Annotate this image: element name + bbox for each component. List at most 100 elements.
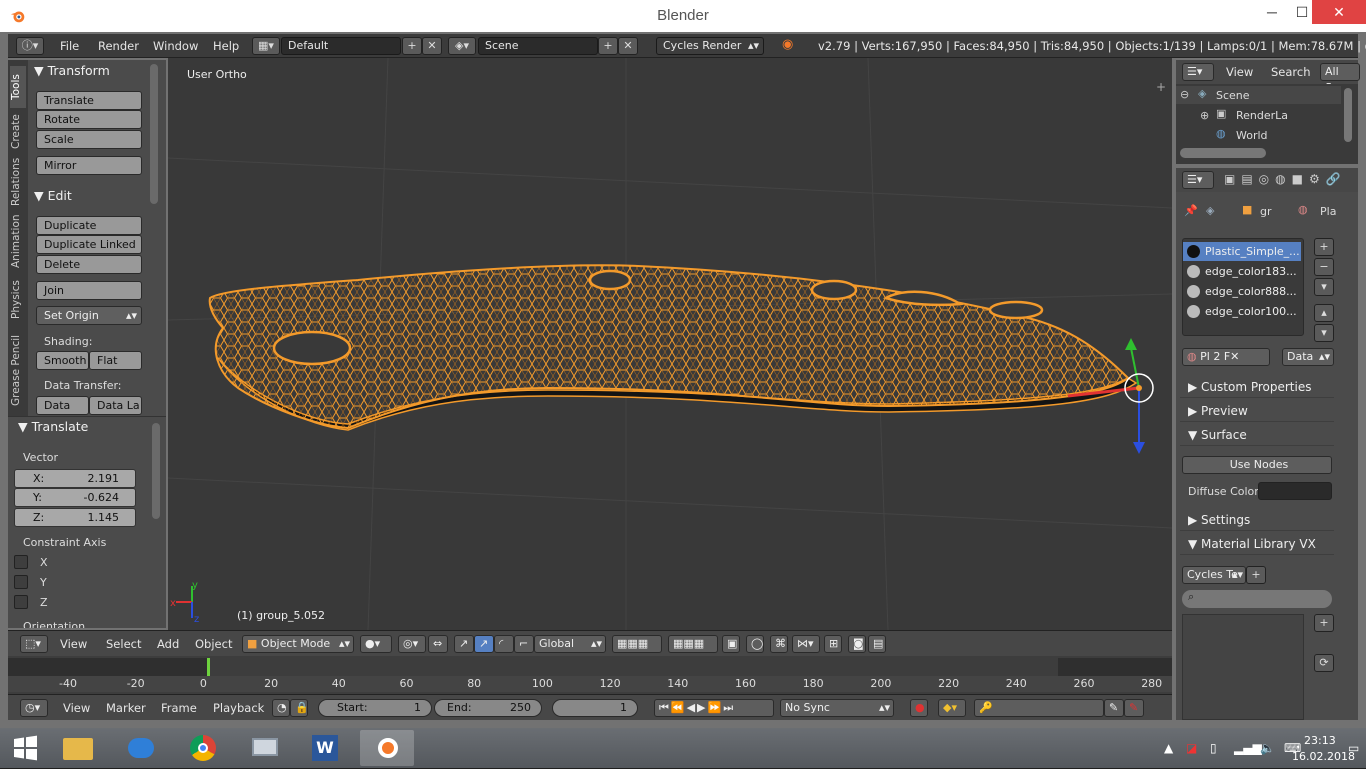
start-frame-field[interactable]: Start: 1 — [318, 699, 432, 717]
join-button[interactable]: Join — [36, 281, 142, 300]
viewport-menu-add[interactable]: Add — [157, 637, 179, 651]
pivot-icon[interactable]: ◎▾ — [398, 635, 426, 653]
tab-grease-pencil[interactable]: Grease Pencil — [10, 330, 26, 410]
library-search-field[interactable]: ⌕ — [1182, 590, 1332, 608]
tray-antivirus-icon[interactable]: ◪ — [1186, 741, 1197, 755]
panel-settings[interactable]: ▶ Settings — [1180, 509, 1334, 531]
outliner-menu-view[interactable]: View — [1226, 65, 1253, 79]
properties-editor-icon[interactable]: ☰▾ — [1182, 171, 1214, 189]
material-slot-3[interactable]: edge_color888... — [1183, 282, 1301, 301]
layers-grid-1-icon[interactable]: ▦▦▦ — [612, 635, 662, 653]
material-link-dropdown[interactable]: Data ▴▾ — [1282, 348, 1334, 366]
scene-icon[interactable]: ◈▾ — [448, 37, 476, 55]
shading-mode-icon[interactable]: ●▾ — [360, 635, 392, 653]
duplicate-button[interactable]: Duplicate — [36, 216, 142, 235]
proportional-edit-icon[interactable]: ◯ — [746, 635, 764, 653]
render-engine-dropdown[interactable]: Cycles Render ▴▾ — [656, 37, 764, 55]
remove-slot-icon[interactable]: − — [1314, 258, 1334, 276]
viewport-add-region-icon[interactable]: + — [1156, 80, 1166, 94]
tab-animation[interactable]: Animation — [10, 212, 26, 270]
preview-range-icon[interactable]: ◔ — [272, 699, 290, 717]
scene-field[interactable]: Scene — [478, 37, 598, 55]
expand-icon[interactable]: ⊕ — [1200, 109, 1209, 122]
outliner-item-world[interactable]: World — [1236, 129, 1268, 142]
outliner-menu-search[interactable]: Search — [1271, 65, 1311, 79]
manip-translate-icon[interactable]: ↗ — [454, 635, 474, 653]
monitor-app-icon[interactable] — [238, 730, 292, 766]
vector-x-field[interactable]: X: 2.191 — [14, 469, 136, 488]
outliner-editor-icon[interactable]: ☰▾ — [1182, 63, 1214, 81]
pin-icon[interactable]: 📌 — [1184, 204, 1198, 217]
diffuse-color-swatch[interactable] — [1258, 482, 1332, 500]
tab-relations[interactable]: Relations — [10, 156, 26, 208]
smooth-button[interactable]: Smooth — [36, 351, 89, 370]
object-mode-dropdown[interactable]: ■ Object Mode ▴▾ — [242, 635, 354, 653]
collapse-icon[interactable]: ⊖ — [1180, 88, 1189, 101]
material-slot-2[interactable]: edge_color183... — [1183, 262, 1301, 281]
manip-translate-active-icon[interactable]: ↗ — [474, 635, 494, 653]
record-icon[interactable]: ● — [910, 699, 928, 717]
snap-toggle-icon[interactable]: ⌘ — [770, 635, 788, 653]
start-button[interactable] — [0, 730, 50, 766]
constraint-y-checkbox[interactable] — [14, 575, 28, 589]
add-layout-icon[interactable]: + — [402, 37, 422, 55]
library-list[interactable] — [1182, 614, 1304, 720]
render-preview-icon[interactable]: ◙ — [848, 635, 866, 653]
breadcrumb-object[interactable]: gr — [1260, 205, 1272, 218]
blender-taskbar-icon[interactable] — [360, 730, 414, 766]
operator-scrollbar[interactable] — [152, 423, 160, 519]
transform-orientation-dropdown[interactable]: Global ▴▾ — [534, 635, 606, 653]
material-datablock-field[interactable]: ◍ Pl 2 F✕ — [1182, 348, 1270, 366]
viewport-menu-view[interactable]: View — [60, 637, 87, 651]
remove-scene-icon[interactable]: ✕ — [618, 37, 638, 55]
tray-volume-icon[interactable]: 🔈 — [1260, 741, 1275, 755]
duplicate-linked-button[interactable]: Duplicate Linked — [36, 235, 142, 254]
timeline-menu-frame[interactable]: Frame — [161, 701, 197, 715]
screen-layout-field[interactable]: Default — [281, 37, 401, 55]
chrome-icon[interactable] — [176, 730, 230, 766]
snap-element-icon[interactable]: ⋈▾ — [792, 635, 820, 653]
viewport-menu-object[interactable]: Object — [195, 637, 232, 651]
close-button[interactable]: ✕ — [1312, 0, 1366, 24]
timeline-menu-playback[interactable]: Playback — [213, 701, 264, 715]
outliner-item-scene[interactable]: Scene — [1216, 89, 1250, 102]
delete-button[interactable]: Delete — [36, 255, 142, 274]
edit-panel-header[interactable]: ▼ Edit — [34, 188, 72, 203]
menu-help[interactable]: Help — [213, 39, 239, 53]
manipulator-toggle-icon[interactable]: ⇔ — [428, 635, 448, 653]
layout-grid-icon[interactable]: ▦▾ — [252, 37, 280, 55]
tab-create[interactable]: Create — [10, 110, 26, 154]
viewport-menu-select[interactable]: Select — [106, 637, 141, 651]
panel-custom-properties[interactable]: ▶ Custom Properties — [1180, 376, 1334, 398]
scale-button[interactable]: Scale — [36, 130, 142, 149]
info-editor-type-icon[interactable]: ⓘ▾ — [16, 37, 44, 55]
word-icon[interactable]: W — [298, 730, 352, 766]
menu-render[interactable]: Render — [98, 39, 139, 53]
timeline-menu-marker[interactable]: Marker — [106, 701, 146, 715]
manip-scale-icon[interactable]: ⌐ — [514, 635, 534, 653]
playback-controls[interactable]: ⏮⏪◀▶⏩⏭ — [654, 699, 774, 717]
tab-tools[interactable]: Tools — [10, 66, 26, 108]
outliner-item-renderlayer[interactable]: RenderLa — [1236, 109, 1288, 122]
data-layout-button[interactable]: Data La — [89, 396, 142, 415]
transform-panel-header[interactable]: ▼ Transform — [34, 63, 110, 78]
set-origin-dropdown[interactable]: Set Origin ▴▾ — [36, 306, 142, 325]
library-add-item-icon[interactable]: + — [1314, 614, 1334, 632]
add-slot-icon[interactable]: + — [1314, 238, 1334, 256]
mirror-button[interactable]: Mirror — [36, 156, 142, 175]
constraint-x-checkbox[interactable] — [14, 555, 28, 569]
material-slot-1[interactable]: Plastic_Simple_... — [1183, 242, 1301, 261]
panel-preview[interactable]: ▶ Preview — [1180, 400, 1334, 422]
notifications-icon[interactable]: ▭ — [1348, 741, 1359, 755]
timeline[interactable]: -40 -20 0 20 40 60 80 100 120 140 160 180 200 220 240 2… — [8, 656, 1172, 694]
constraint-z-checkbox[interactable] — [14, 595, 28, 609]
lock-icon[interactable]: 🔒 — [290, 699, 309, 717]
keyframe-type-icon[interactable]: ◆▾ — [938, 699, 966, 717]
file-explorer-icon[interactable] — [51, 730, 105, 766]
menu-file[interactable]: File — [60, 39, 79, 53]
tab-physics[interactable]: Physics — [10, 276, 26, 324]
sync-mode-dropdown[interactable]: No Sync ▴▾ — [780, 699, 894, 717]
menu-window[interactable]: Window — [153, 39, 198, 53]
panel-material-library[interactable]: ▼ Material Library VX — [1180, 533, 1334, 555]
tray-expand-icon[interactable]: ▲ — [1164, 741, 1173, 755]
